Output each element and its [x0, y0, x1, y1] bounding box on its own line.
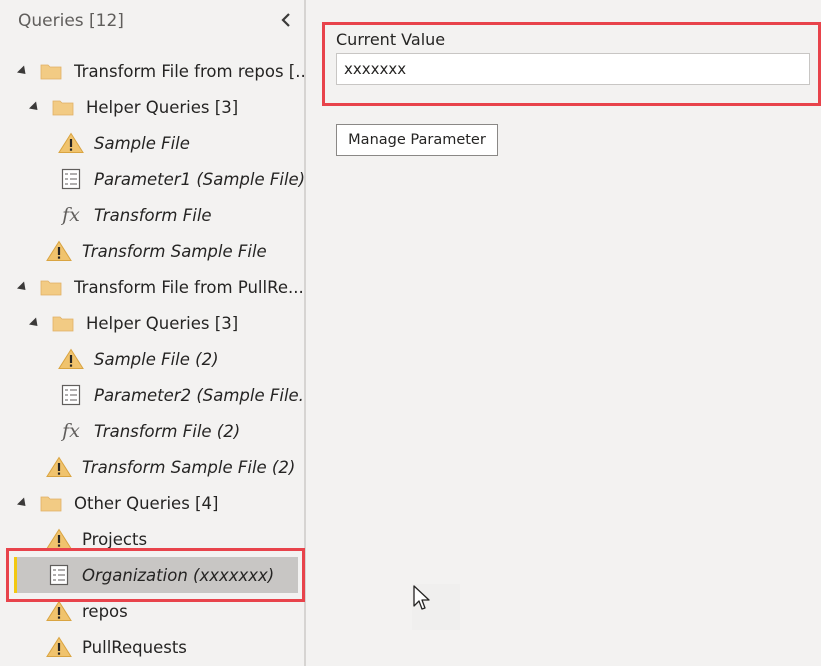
function-icon: fx — [62, 420, 80, 442]
mouse-cursor-icon — [413, 585, 430, 610]
query-row-selected[interactable]: Organization (xxxxxxx) — [0, 557, 304, 593]
query-row[interactable]: fx Transform File (2) — [0, 413, 304, 449]
query-label: Projects — [82, 529, 148, 549]
warning-icon — [46, 636, 72, 658]
folder-icon — [52, 99, 74, 116]
query-row[interactable]: Transform Sample File — [0, 233, 304, 269]
query-label: Transform File — [94, 205, 212, 225]
query-label: Transform Sample File — [82, 241, 267, 261]
folder-label: Helper Queries [3] — [86, 97, 239, 117]
pane-divider[interactable] — [304, 0, 306, 666]
query-label: repos — [82, 601, 128, 621]
query-row[interactable]: Sample File — [0, 125, 304, 161]
folder-row[interactable]: Transform File from PullRe... — [0, 269, 304, 305]
folder-icon — [40, 63, 62, 80]
collapse-pane-button[interactable] — [276, 9, 296, 31]
query-row[interactable]: PullRequests — [0, 629, 304, 665]
query-label: Sample File (2) — [94, 349, 219, 369]
query-row[interactable]: Transform Sample File (2) — [0, 449, 304, 485]
query-row[interactable]: fx Transform File — [0, 197, 304, 233]
function-icon: fx — [62, 204, 80, 226]
folder-row[interactable]: Helper Queries [3] — [0, 89, 304, 125]
folder-label: Other Queries [4] — [74, 493, 219, 513]
expand-triangle-icon[interactable] — [28, 100, 42, 114]
warning-icon — [58, 132, 84, 154]
manage-parameter-button[interactable]: Manage Parameter — [336, 124, 498, 156]
folder-label: Helper Queries [3] — [86, 313, 239, 333]
query-row[interactable]: Parameter1 (Sample File) — [0, 161, 304, 197]
warning-icon — [58, 348, 84, 370]
folder-label: Transform File from PullRe... — [74, 277, 304, 297]
folder-row[interactable]: Transform File from repos [... — [0, 53, 304, 89]
queries-pane: Queries [12] Transform File from repos [… — [0, 0, 304, 666]
query-label: Sample File — [94, 133, 190, 153]
query-row[interactable]: Parameter2 (Sample File... — [0, 377, 304, 413]
query-row[interactable]: repos — [0, 593, 304, 629]
parameter-icon — [58, 168, 84, 190]
parameter-icon — [58, 384, 84, 406]
warning-icon — [46, 600, 72, 622]
expand-triangle-icon[interactable] — [16, 496, 30, 510]
expand-triangle-icon[interactable] — [28, 316, 42, 330]
chevron-left-icon — [281, 13, 290, 27]
parameter-icon — [46, 564, 72, 586]
warning-icon — [46, 240, 72, 262]
expand-triangle-icon[interactable] — [16, 280, 30, 294]
queries-pane-title: Queries [12] — [18, 11, 124, 31]
current-value-label: Current Value — [336, 30, 446, 49]
query-label: Parameter1 (Sample File) — [94, 169, 304, 189]
query-label: Parameter2 (Sample File... — [94, 385, 304, 405]
query-label: Organization (xxxxxxx) — [82, 565, 275, 585]
query-label: Transform Sample File (2) — [82, 457, 296, 477]
folder-row[interactable]: Helper Queries [3] — [0, 305, 304, 341]
folder-label: Transform File from repos [... — [74, 61, 304, 81]
query-row[interactable]: Projects — [0, 521, 304, 557]
folder-icon — [40, 279, 62, 296]
warning-icon — [46, 456, 72, 478]
folder-icon — [52, 315, 74, 332]
folder-row[interactable]: Other Queries [4] — [0, 485, 304, 521]
current-value-input[interactable] — [336, 53, 810, 85]
query-label: PullRequests — [82, 637, 187, 657]
expand-triangle-icon[interactable] — [16, 64, 30, 78]
query-label: Transform File (2) — [94, 421, 241, 441]
folder-icon — [40, 495, 62, 512]
mouse-cursor-area — [412, 584, 460, 630]
warning-icon — [46, 528, 72, 550]
query-row[interactable]: Sample File (2) — [0, 341, 304, 377]
